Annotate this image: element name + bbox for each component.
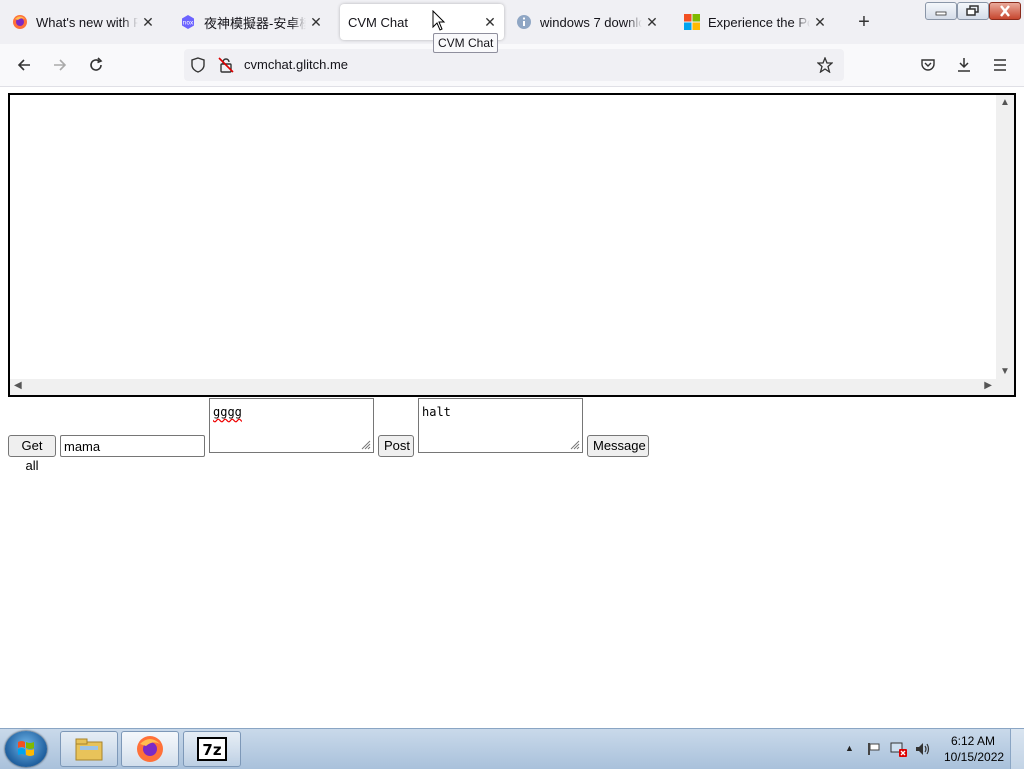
tab-whats-new-firefox[interactable]: What's new with Firefox ✕ <box>2 4 162 40</box>
close-icon[interactable]: ✕ <box>138 14 158 31</box>
url-bar[interactable]: cvmchat.glitch.me <box>184 49 844 81</box>
clock-date[interactable]: 10/15/2022 <box>944 750 1004 764</box>
post-text: gggg <box>213 405 242 419</box>
connection-not-secure-icon[interactable] <box>218 57 234 78</box>
taskbar-explorer[interactable] <box>60 731 118 767</box>
windows-explorer-icon <box>75 738 103 761</box>
tab-label: What's new with Firefox <box>36 14 138 30</box>
start-button[interactable] <box>5 731 47 767</box>
chat-log-frame[interactable]: ▲ ▼ ◀ ▶ <box>8 93 1016 397</box>
taskbar-firefox[interactable] <box>121 731 179 767</box>
scroll-right-icon[interactable]: ▶ <box>984 380 992 391</box>
username-input[interactable] <box>60 435 205 457</box>
menu-hamburger-icon[interactable] <box>988 53 1012 77</box>
info-icon <box>516 14 532 30</box>
forward-arrow-icon[interactable] <box>48 53 72 77</box>
pocket-icon[interactable] <box>916 53 940 77</box>
restore-button[interactable] <box>957 2 989 20</box>
scroll-down-icon[interactable]: ▼ <box>1000 366 1010 377</box>
navigation-toolbar: cvmchat.glitch.me <box>0 44 1024 87</box>
firefox-icon <box>12 14 28 30</box>
new-tab-button[interactable]: + <box>852 10 876 34</box>
page-content: ▲ ▼ ◀ ▶ Get all gggg Post halt Message <box>0 87 1024 728</box>
show-desktop-button[interactable] <box>1010 729 1024 769</box>
volume-icon[interactable] <box>914 741 932 757</box>
firefox-icon <box>137 736 163 762</box>
scroll-up-icon[interactable]: ▲ <box>1000 97 1010 108</box>
7zip-icon: 7z <box>197 737 227 761</box>
message-text: halt <box>422 405 451 419</box>
post-button[interactable]: Post <box>378 435 414 457</box>
windows-taskbar: 7z ▲ 6:12 AM 10/15/2022 <box>0 728 1024 769</box>
minimize-button[interactable] <box>925 2 957 20</box>
post-textarea[interactable]: gggg <box>209 398 374 453</box>
close-icon[interactable]: ✕ <box>306 14 326 31</box>
message-button[interactable]: Message <box>587 435 649 457</box>
nox-icon: nox <box>180 14 196 30</box>
scroll-left-icon[interactable]: ◀ <box>14 380 22 391</box>
tab-label: 夜神模擬器-安卓模擬器 <box>204 15 306 31</box>
network-disconnected-icon[interactable] <box>890 741 908 757</box>
tab-experience-the-power[interactable]: Experience the Power ✕ <box>674 4 834 40</box>
tab-tooltip: CVM Chat <box>433 33 499 53</box>
url-text: cvmchat.glitch.me <box>244 57 349 72</box>
resize-handle-icon[interactable] <box>570 440 580 450</box>
tab-label: CVM Chat <box>348 14 408 30</box>
close-icon[interactable]: ✕ <box>642 14 662 31</box>
tab-label: Experience the Power <box>708 14 810 30</box>
bookmark-star-icon[interactable] <box>816 56 834 78</box>
svg-text:7z: 7z <box>202 741 221 759</box>
back-arrow-icon[interactable] <box>12 53 36 77</box>
download-icon[interactable] <box>952 53 976 77</box>
tab-label: windows 7 download <box>540 14 642 30</box>
window-close-button[interactable] <box>989 2 1021 20</box>
svg-text:nox: nox <box>183 20 194 27</box>
resize-handle-icon[interactable] <box>361 440 371 450</box>
message-textarea[interactable]: halt <box>418 398 583 453</box>
horizontal-scrollbar[interactable]: ◀ ▶ <box>10 379 1014 395</box>
tab-nox-emulator[interactable]: nox 夜神模擬器-安卓模擬器 ✕ <box>170 4 330 40</box>
close-icon[interactable]: ✕ <box>810 14 830 31</box>
reload-icon[interactable] <box>84 53 108 77</box>
windows-logo-icon <box>18 741 34 756</box>
clock-time[interactable]: 6:12 AM <box>951 734 995 748</box>
tab-strip: What's new with Firefox ✕ nox 夜神模擬器-安卓模擬… <box>0 0 1024 44</box>
tab-windows7-download[interactable]: windows 7 download ✕ <box>506 4 666 40</box>
close-icon[interactable]: ✕ <box>480 14 500 31</box>
shield-icon[interactable] <box>190 57 206 78</box>
action-center-flag-icon[interactable] <box>866 741 882 757</box>
mouse-cursor-icon <box>432 10 446 31</box>
get-all-button[interactable]: Get all <box>8 435 56 473</box>
taskbar-7zip[interactable]: 7z <box>183 731 241 767</box>
vertical-scrollbar[interactable]: ▲ ▼ <box>996 95 1014 379</box>
microsoft-icon <box>684 14 700 30</box>
show-hidden-icons-icon[interactable]: ▲ <box>845 743 854 753</box>
